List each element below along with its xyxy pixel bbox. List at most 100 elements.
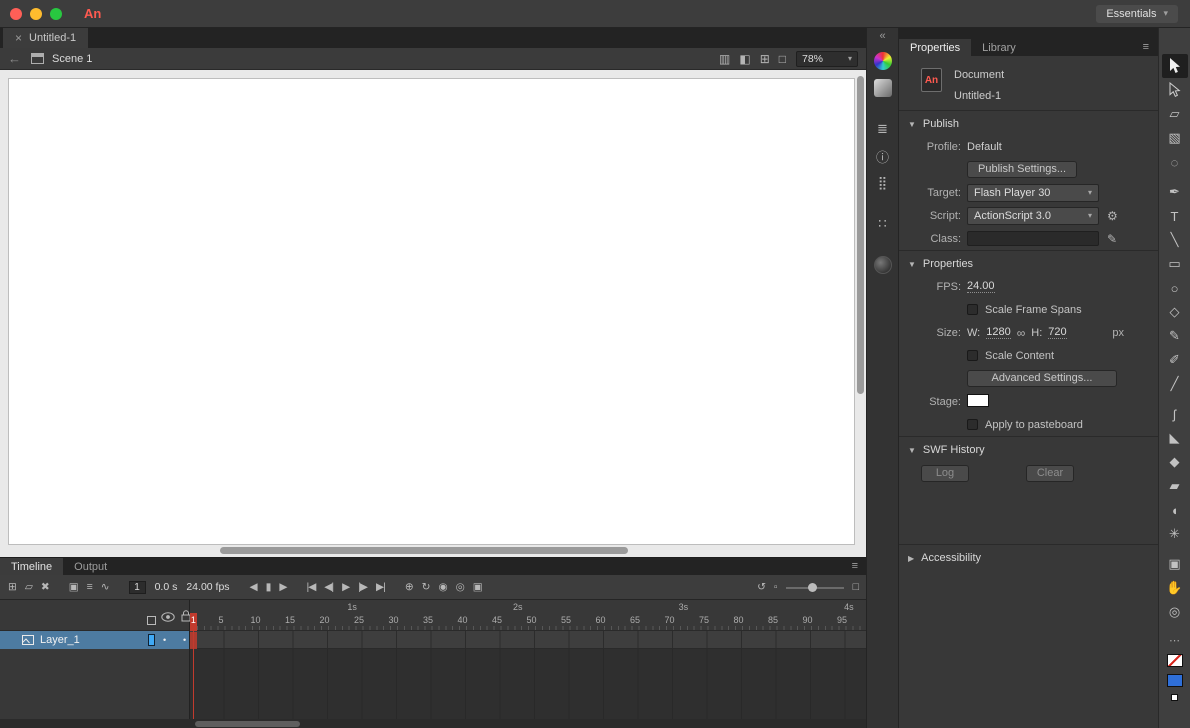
tab-output[interactable]: Output — [63, 558, 118, 575]
timeline-menu-icon[interactable]: ≡ — [852, 560, 858, 572]
zoom-tool[interactable]: ◎ — [1162, 600, 1188, 624]
workspace-switcher[interactable]: Essentials ▾ — [1096, 5, 1178, 23]
advanced-settings-button[interactable]: Advanced Settings... — [967, 370, 1117, 387]
more-tools-icon[interactable]: ⋯ — [1169, 634, 1180, 647]
step-forward-icon[interactable]: ▶ — [279, 581, 286, 593]
document-tab[interactable]: × Untitled-1 — [3, 28, 88, 48]
classic-brush-tool[interactable]: ✐ — [1162, 348, 1188, 372]
horizontal-scrollbar[interactable] — [8, 547, 852, 555]
vertical-scrollbar[interactable] — [857, 74, 865, 543]
stage-fill-icon[interactable]: ◧ — [739, 52, 750, 66]
camera-icon[interactable]: ▥ — [719, 52, 730, 66]
vertical-scrollbar-thumb[interactable] — [857, 76, 864, 394]
tab-properties[interactable]: Properties — [899, 39, 971, 56]
lasso-tool[interactable]: ◌ — [1162, 150, 1188, 174]
snap-grid-icon[interactable]: ⊞ — [760, 52, 770, 66]
apply-to-pasteboard-checkbox[interactable]: Apply to pasteboard — [967, 419, 1150, 431]
go-to-last-frame-icon[interactable]: ▶| — [376, 581, 385, 593]
zoom-select[interactable]: 78% ▾ — [796, 51, 858, 67]
asset-warp-tool[interactable]: ✳ — [1162, 522, 1188, 546]
new-folder-icon[interactable]: ▱ — [25, 581, 32, 593]
libraries-panel-icon[interactable] — [874, 256, 892, 274]
back-icon[interactable]: ← — [8, 51, 21, 66]
line-tool[interactable]: ╲ — [1162, 228, 1188, 252]
swatches-panel-icon[interactable] — [874, 79, 892, 97]
stage-canvas[interactable] — [8, 78, 855, 545]
stroke-color-swatch[interactable] — [1167, 654, 1183, 667]
fill-color-swatch[interactable] — [1167, 674, 1183, 687]
paint-brush-tool[interactable]: ╱ — [1162, 372, 1188, 396]
pen-tool[interactable]: ✒ — [1162, 180, 1188, 204]
selection-tool[interactable] — [1162, 54, 1188, 78]
color-panel-icon[interactable] — [874, 52, 892, 70]
target-select[interactable]: Flash Player 30 ▾ — [967, 184, 1099, 202]
fps-value[interactable]: 24.00 — [967, 280, 995, 293]
outline-column-icon[interactable] — [147, 616, 156, 625]
clip-content-icon[interactable]: □ — [779, 52, 786, 66]
swf-log-button[interactable]: Log — [921, 465, 969, 482]
oval-tool[interactable]: ○ — [1162, 276, 1188, 300]
collapse-panels-icon[interactable]: « — [879, 30, 885, 42]
layer-name[interactable]: Layer_1 — [40, 634, 80, 646]
loop-icon[interactable]: ↻ — [422, 581, 430, 593]
timeline-hscrollbar-thumb[interactable] — [195, 721, 300, 727]
step-back-icon[interactable]: ◀ — [250, 581, 257, 593]
center-frame-icon[interactable]: ⊕ — [405, 581, 413, 593]
previous-frame-icon[interactable]: ◀| — [324, 581, 333, 593]
align-panel-icon[interactable]: ≣ — [874, 120, 892, 138]
frame-ruler[interactable]: 1s2s3s4s15101520253035404550556065707580… — [190, 600, 866, 631]
publish-section-header[interactable]: ▼ Publish — [899, 111, 1158, 135]
layer-depth-icon[interactable]: ≡ — [87, 581, 92, 593]
publish-settings-button[interactable]: Publish Settings... — [967, 161, 1077, 178]
bone-tool[interactable]: ʃ — [1162, 402, 1188, 426]
tab-timeline[interactable]: Timeline — [0, 558, 63, 575]
info-panel-icon[interactable]: ⓘ — [874, 147, 892, 165]
swf-history-section-header[interactable]: ▼ SWF History — [899, 437, 1158, 461]
zoom-in-frames-icon[interactable]: □ — [853, 581, 858, 593]
text-tool[interactable]: T — [1162, 204, 1188, 228]
tab-library[interactable]: Library — [971, 39, 1027, 56]
eraser-tool[interactable]: ▰ — [1162, 474, 1188, 498]
new-layer-icon[interactable]: ⊞ — [8, 581, 16, 593]
layer-frames-row[interactable] — [190, 631, 866, 649]
stage-color-swatch[interactable] — [967, 394, 989, 407]
minimize-window-icon[interactable] — [30, 8, 42, 20]
width-value[interactable]: 1280 — [986, 326, 1010, 339]
link-dimensions-icon[interactable]: ∞ — [1017, 326, 1026, 340]
maximize-window-icon[interactable] — [50, 8, 62, 20]
eyedropper-tool[interactable]: ◆ — [1162, 450, 1188, 474]
close-tab-icon[interactable]: × — [15, 31, 22, 45]
class-input[interactable] — [967, 231, 1099, 246]
visibility-column-icon[interactable] — [161, 612, 175, 625]
polystar-tool[interactable]: ◇ — [1162, 300, 1188, 324]
camera-tool[interactable]: ▣ — [1162, 552, 1188, 576]
layer-visibility-dot[interactable]: • — [163, 635, 166, 645]
close-window-icon[interactable] — [10, 8, 22, 20]
current-frame-readout[interactable]: 1 — [129, 581, 146, 594]
graph-editor-icon[interactable]: ∿ — [101, 581, 109, 593]
layer-outline-swatch[interactable] — [148, 634, 155, 646]
gradient-transform-tool[interactable]: ▧ — [1162, 126, 1188, 150]
script-select[interactable]: ActionScript 3.0 ▾ — [967, 207, 1099, 225]
edit-class-icon[interactable]: ✎ — [1107, 232, 1117, 246]
pause-icon[interactable]: ▮ — [266, 581, 271, 593]
edit-multiple-frames-icon[interactable]: ▣ — [473, 581, 482, 593]
camera-icon[interactable]: ▣ — [69, 581, 78, 593]
components-panel-icon[interactable]: ∷ — [874, 215, 892, 233]
reset-timeline-zoom-icon[interactable]: ↺ — [757, 581, 765, 593]
scale-content-checkbox[interactable]: Scale Content — [967, 350, 1150, 362]
paint-bucket-tool[interactable]: ◣ — [1162, 426, 1188, 450]
zoom-out-frames-icon[interactable]: ▫ — [774, 581, 777, 593]
layer-lock-dot[interactable]: • — [183, 635, 186, 645]
swf-clear-button[interactable]: Clear — [1026, 465, 1074, 482]
frames-area[interactable]: 1s2s3s4s15101520253035404550556065707580… — [190, 600, 866, 719]
scale-frame-spans-checkbox[interactable]: Scale Frame Spans — [967, 304, 1150, 316]
script-settings-icon[interactable]: ⚙ — [1107, 209, 1118, 223]
frames-empty-area[interactable] — [190, 649, 866, 719]
checkbox-icon[interactable] — [967, 419, 978, 430]
delete-layer-icon[interactable]: ✖ — [41, 581, 49, 593]
go-to-first-frame-icon[interactable]: |◀ — [306, 581, 315, 593]
free-transform-tool[interactable]: ▱ — [1162, 102, 1188, 126]
timeline-hscrollbar[interactable] — [0, 719, 866, 728]
default-colors-icon[interactable] — [1171, 694, 1178, 701]
